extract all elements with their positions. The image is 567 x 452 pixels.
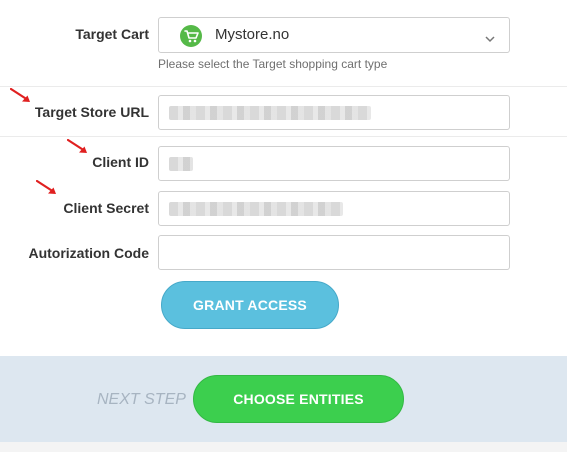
target-cart-hint: Please select the Target shopping cart t… [158,57,388,71]
authorization-code-row: Autorization Code [0,229,567,275]
footer-bar: NEXT STEP CHOOSE ENTITIES [0,356,567,442]
authorization-code-input[interactable] [158,235,510,270]
chevron-down-icon [485,30,495,43]
shopping-cart-icon [180,25,202,47]
red-arrow-icon [35,179,62,196]
target-cart-label: Target Cart [75,26,149,42]
client-id-input[interactable] [158,146,510,181]
grant-access-button[interactable]: GRANT ACCESS [161,281,339,329]
target-cart-row: Target Cart Mystore.no Please select the… [0,0,567,86]
red-arrow-icon [66,138,93,155]
bottom-strip [0,442,567,452]
target-store-url-input[interactable] [158,95,510,130]
authorization-code-label: Autorization Code [28,245,149,261]
blurred-url-value [169,106,371,120]
next-step-label: NEXT STEP [97,391,186,408]
client-secret-input[interactable] [158,191,510,226]
client-id-row: Client ID [0,137,567,183]
target-cart-select[interactable]: Mystore.no [158,17,510,53]
target-store-url-row: Target Store URL [0,87,567,136]
target-cart-selected-value: Mystore.no [215,26,290,43]
choose-entities-button[interactable]: CHOOSE ENTITIES [193,375,404,423]
blurred-client-id-value [169,157,193,171]
blurred-client-secret-value [169,202,343,216]
client-secret-label: Client Secret [63,200,149,216]
client-secret-row: Client Secret [0,179,567,229]
target-store-url-label: Target Store URL [34,104,149,120]
red-arrow-icon [9,87,36,104]
client-id-label: Client ID [92,154,149,170]
